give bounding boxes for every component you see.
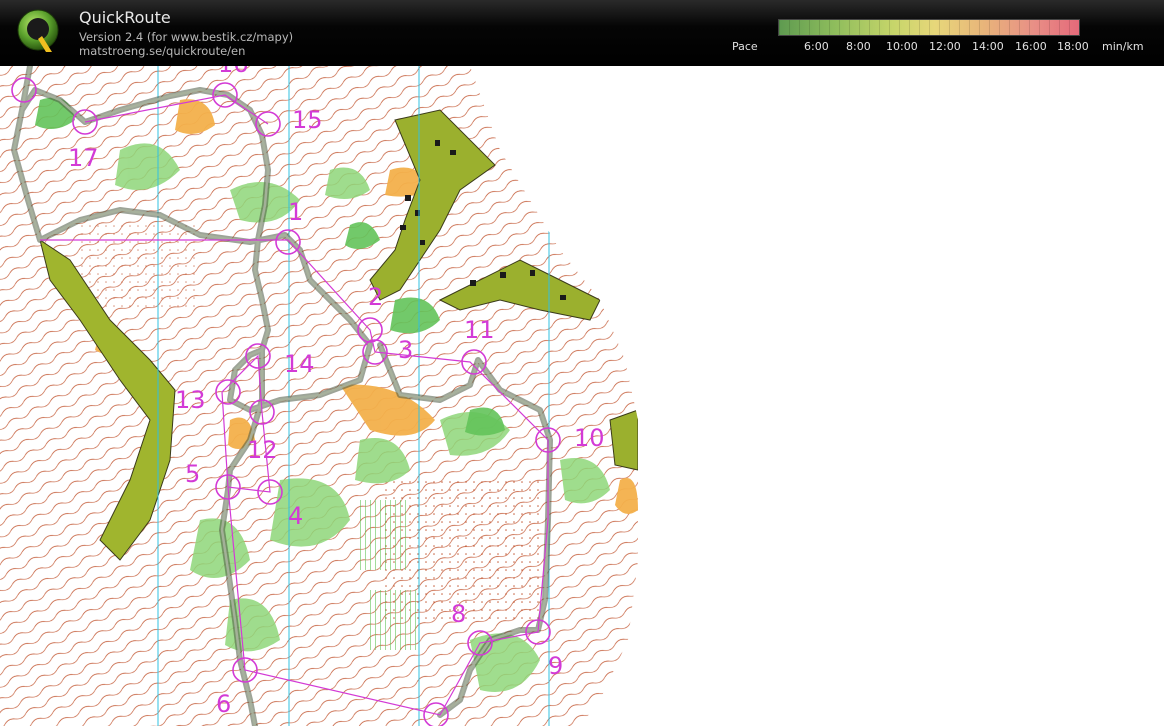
orienteering-map[interactable]: 1 2 3 4 5 6 8 9 10 11 12 13 14 15 16 17 bbox=[0, 66, 1164, 726]
website-link[interactable]: matstroeng.se/quickroute/en bbox=[79, 44, 245, 58]
control-label: 12 bbox=[247, 436, 278, 464]
quickroute-logo-icon bbox=[17, 9, 59, 52]
control-label: 17 bbox=[68, 144, 99, 172]
pace-color-scale bbox=[778, 19, 1080, 36]
control-label: 13 bbox=[175, 386, 206, 414]
pace-tick-label: 18:00 bbox=[1057, 40, 1089, 53]
control-label: 2 bbox=[368, 283, 383, 311]
app-title: QuickRoute bbox=[79, 8, 171, 27]
control-label: 4 bbox=[288, 502, 303, 530]
control-label: 10 bbox=[574, 424, 605, 452]
pace-unit: min/km bbox=[1102, 40, 1144, 53]
pace-tick-label: 8:00 bbox=[846, 40, 871, 53]
pace-tick-label: 12:00 bbox=[929, 40, 961, 53]
control-label: 11 bbox=[464, 316, 495, 344]
pace-tick-label: 6:00 bbox=[804, 40, 829, 53]
control-label: 16 bbox=[218, 66, 249, 78]
control-label: 9 bbox=[548, 652, 563, 680]
pace-tick-label: 14:00 bbox=[972, 40, 1004, 53]
control-label: 15 bbox=[292, 106, 323, 134]
version-text: Version 2.4 (for www.bestik.cz/mapy) bbox=[79, 30, 294, 44]
pace-tick-label: 10:00 bbox=[886, 40, 918, 53]
control-label: 8 bbox=[451, 600, 466, 628]
control-label: 5 bbox=[185, 460, 200, 488]
pace-label: Pace bbox=[732, 40, 758, 53]
app-header: QuickRoute Version 2.4 (for www.bestik.c… bbox=[0, 0, 1164, 66]
pace-tick-label: 16:00 bbox=[1015, 40, 1047, 53]
control-label: 14 bbox=[284, 350, 315, 378]
control-label: 6 bbox=[216, 690, 231, 718]
control-label: 1 bbox=[288, 198, 303, 226]
control-label: 3 bbox=[398, 336, 413, 364]
